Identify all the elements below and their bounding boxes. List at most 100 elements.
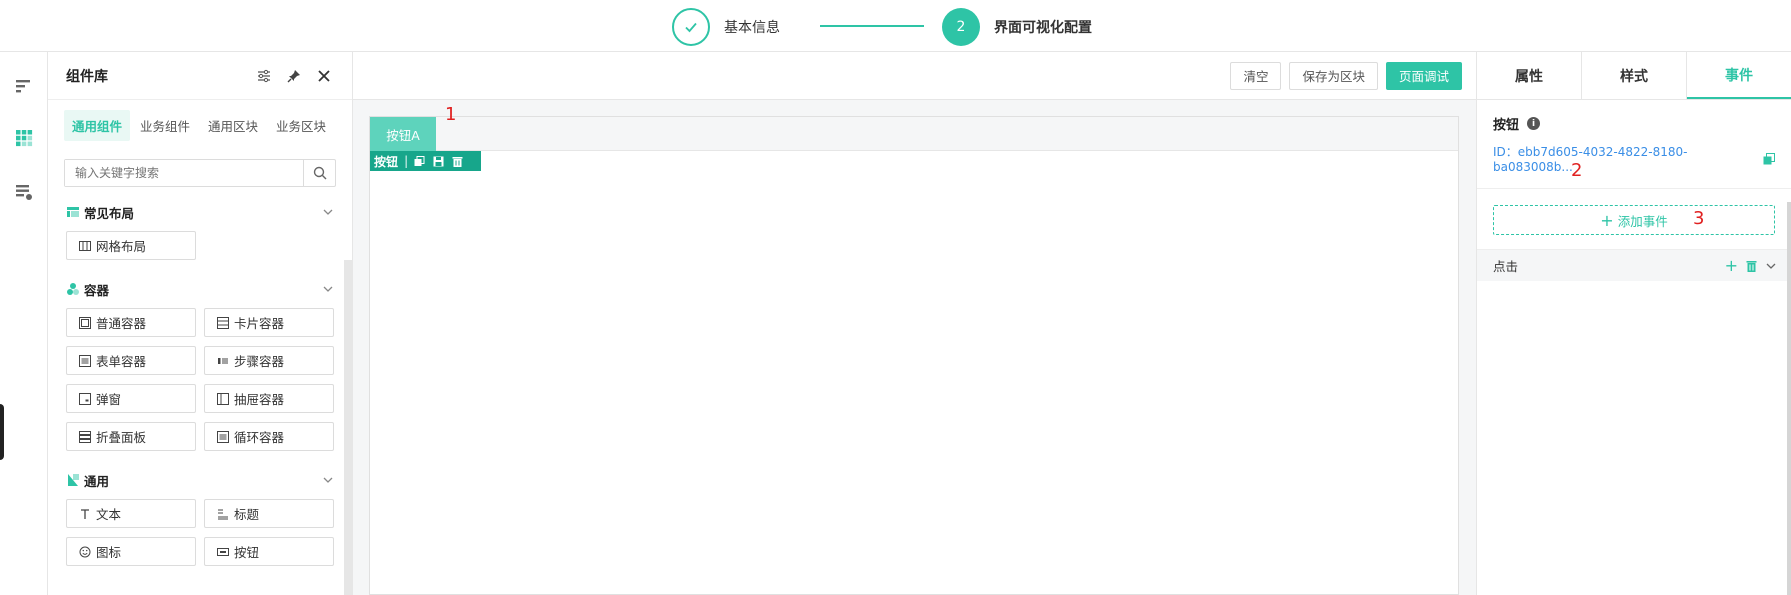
chevron-down-icon	[323, 286, 333, 292]
layout-icon	[67, 207, 79, 217]
component-label: 按钮	[234, 545, 260, 560]
card-icon	[217, 316, 229, 329]
search-icon[interactable]	[303, 160, 335, 186]
component-card-container[interactable]: 卡片容器	[204, 308, 334, 337]
copy-icon[interactable]	[414, 155, 425, 167]
collapse-icon	[79, 430, 91, 443]
component-grid: 普通容器 卡片容器 表单容器 步骤容器 弹窗 抽屉容器 折叠面板 循环容器	[66, 306, 334, 455]
group-general: 通用 文本 标题 图标 按钮	[48, 463, 352, 570]
selection-label: 按钮	[374, 154, 399, 169]
annotation-marker-3: 3	[1693, 208, 1705, 229]
component-grid-layout[interactable]: 网格布局	[66, 231, 196, 260]
component-label: 文本	[96, 507, 122, 522]
component-text[interactable]: 文本	[66, 499, 196, 528]
tab-business-blocks[interactable]: 业务区块	[268, 110, 334, 141]
outline-icon[interactable]	[12, 74, 36, 98]
chevron-down-icon[interactable]	[1765, 260, 1777, 272]
component-grid: 文本 标题 图标 按钮	[66, 497, 334, 570]
components-icon[interactable]	[12, 126, 36, 150]
step-ui-config[interactable]: 2 界面可视化配置	[942, 8, 1092, 46]
group-header[interactable]: 通用	[66, 463, 334, 497]
component-collapse-panel[interactable]: 折叠面板	[66, 422, 196, 451]
properties-scrollbar[interactable]	[1787, 202, 1791, 595]
component-label: 图标	[96, 545, 122, 560]
component-normal-container[interactable]: 普通容器	[66, 308, 196, 337]
design-canvas: 清空 保存为区块 页面调试 按钮A 按钮 | 1	[353, 52, 1476, 595]
component-id-text: ID：ebb7d605-4032-4822-8180-ba083008b...	[1493, 145, 1688, 174]
tab-business-components[interactable]: 业务组件	[132, 110, 198, 141]
component-label: 卡片容器	[234, 316, 285, 331]
tab-attributes[interactable]: 属性	[1477, 52, 1582, 99]
canvas-toolbar: 清空 保存为区块 页面调试	[353, 52, 1476, 100]
group-common-layout: 常见布局 网格布局	[48, 195, 352, 264]
group-title: 常见布局	[84, 205, 135, 221]
floating-handle[interactable]	[0, 404, 4, 460]
properties-panel: 属性 样式 事件 按钮 i ID：ebb7d605-4032-4822-8180…	[1476, 52, 1791, 595]
component-form-container[interactable]: 表单容器	[66, 346, 196, 375]
modal-icon	[79, 392, 91, 405]
loop-icon	[217, 430, 229, 443]
steps-icon	[218, 357, 228, 364]
panel-title: 组件库	[66, 68, 108, 85]
group-header[interactable]: 容器	[66, 272, 334, 306]
tab-styles[interactable]: 样式	[1582, 52, 1687, 99]
left-icon-bar	[0, 52, 48, 595]
step-number: 2	[942, 8, 980, 46]
event-name: 点击	[1493, 259, 1519, 274]
add-action-icon[interactable]: +	[1725, 256, 1738, 275]
smile-icon	[79, 546, 91, 557]
group-header[interactable]: 常见布局	[66, 195, 334, 229]
component-icon[interactable]: 图标	[66, 537, 196, 566]
annotation-marker-2: 2	[1571, 160, 1583, 181]
separator: |	[404, 154, 409, 168]
page-preview[interactable]: 按钮A 按钮 |	[369, 116, 1459, 595]
top-step-bar: 基本信息 2 界面可视化配置	[0, 0, 1791, 52]
data-settings-icon[interactable]	[12, 180, 36, 204]
component-modal[interactable]: 弹窗	[66, 384, 196, 413]
component-name-text: 按钮	[1493, 118, 1520, 133]
step-basic-info[interactable]: 基本信息	[672, 8, 780, 46]
panel-header: 组件库	[48, 52, 352, 100]
component-library-panel: 组件库 通用组件 业务组件 通用区块 业务区块 常见布局	[48, 52, 353, 595]
component-label: 抽屉容器	[234, 392, 285, 407]
component-label: 普通容器	[96, 316, 147, 331]
component-name: 按钮 i	[1493, 114, 1775, 133]
component-label: 表单容器	[96, 354, 147, 369]
filter-settings-icon[interactable]	[254, 66, 274, 86]
add-event-label: 添加事件	[1617, 213, 1668, 229]
copy-icon[interactable]	[1763, 152, 1775, 165]
delete-icon[interactable]	[1746, 260, 1757, 272]
page-debug-button[interactable]: 页面调试	[1385, 61, 1462, 90]
close-icon[interactable]	[314, 66, 334, 86]
save-icon[interactable]	[433, 156, 444, 167]
component-steps-container[interactable]: 步骤容器	[204, 346, 334, 375]
panel-scrollbar[interactable]	[344, 260, 352, 595]
pin-icon[interactable]	[284, 66, 304, 86]
group-title: 容器	[84, 282, 110, 298]
tab-common-components[interactable]: 通用组件	[64, 110, 130, 141]
component-drawer-container[interactable]: 抽屉容器	[204, 384, 334, 413]
component-button[interactable]: 按钮	[204, 537, 334, 566]
component-label: 弹窗	[96, 392, 122, 407]
component-label: 步骤容器	[234, 354, 285, 369]
check-icon	[672, 8, 710, 46]
delete-icon[interactable]	[452, 156, 463, 167]
search-input[interactable]	[65, 160, 303, 186]
step-connector	[820, 25, 924, 27]
event-row-click[interactable]: 点击 +	[1477, 249, 1791, 281]
tab-common-blocks[interactable]: 通用区块	[200, 110, 266, 141]
tab-events[interactable]: 事件	[1687, 52, 1791, 99]
info-icon[interactable]: i	[1527, 117, 1541, 130]
add-event-button[interactable]: + 添加事件	[1493, 205, 1775, 235]
component-label: 折叠面板	[96, 430, 147, 445]
form-icon	[79, 354, 91, 367]
button-a-tab[interactable]: 按钮A	[370, 117, 436, 151]
component-title[interactable]: 标题	[204, 499, 334, 528]
annotation-marker-1: 1	[445, 104, 457, 125]
component-grid: 网格布局	[66, 229, 334, 264]
clear-button[interactable]: 清空	[1230, 61, 1282, 90]
grid-layout-icon	[79, 240, 91, 251]
save-as-block-button[interactable]: 保存为区块	[1289, 61, 1378, 90]
component-loop-container[interactable]: 循环容器	[204, 422, 334, 451]
component-label: 循环容器	[234, 430, 285, 445]
